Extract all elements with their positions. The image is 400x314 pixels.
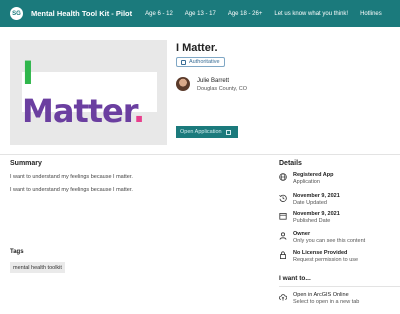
details-owner-title: Owner bbox=[293, 231, 311, 237]
details-row-updated: November 9, 2021 Date Updated bbox=[279, 193, 340, 206]
nav-item-hotlines[interactable]: Hotlines bbox=[360, 11, 382, 17]
details-heading: Details bbox=[279, 160, 302, 167]
nav-item-age-18-26[interactable]: Age 18 - 26+ bbox=[228, 11, 263, 17]
details-type-sub: Application bbox=[293, 179, 320, 185]
nav-item-age-6-12[interactable]: Age 6 - 12 bbox=[145, 11, 173, 17]
details-updated-title: November 9, 2021 bbox=[293, 193, 340, 199]
site-logo[interactable]: SG bbox=[10, 7, 23, 20]
calendar-icon bbox=[279, 213, 287, 220]
details-license-sub[interactable]: Request permission to use bbox=[293, 257, 358, 263]
badge-check-icon bbox=[181, 59, 186, 65]
divider bbox=[279, 286, 400, 287]
cloud-upload-icon bbox=[279, 294, 287, 301]
item-thumbnail: I Matter. bbox=[10, 40, 167, 145]
nav-item-feedback[interactable]: Let us know what you think! bbox=[274, 11, 348, 17]
details-published-title: November 9, 2021 bbox=[293, 211, 340, 217]
nav-item-age-13-17[interactable]: Age 13 - 17 bbox=[185, 11, 216, 17]
summary-heading: Summary bbox=[10, 160, 42, 167]
top-nav-bar: SG Mental Health Tool Kit - Pilot Age 6 … bbox=[0, 0, 400, 27]
badge-label: Authoritative bbox=[189, 59, 220, 65]
summary-line: I want to understand my feelings because… bbox=[10, 174, 133, 180]
iwant-heading: I want to... bbox=[279, 275, 311, 282]
open-in-arcgis-online-action[interactable]: Open in ArcGIS Online Select to open in a… bbox=[279, 292, 359, 305]
tag-chip[interactable]: mental health toolkit bbox=[10, 262, 65, 273]
details-updated-sub: Date Updated bbox=[293, 200, 327, 206]
details-row-published: November 9, 2021 Published Date bbox=[279, 211, 340, 224]
user-icon bbox=[279, 232, 287, 240]
divider bbox=[0, 154, 400, 155]
arcgis-action-title: Open in ArcGIS Online bbox=[293, 292, 349, 298]
owner-name[interactable]: Julie Barrett bbox=[197, 78, 229, 84]
owner-avatar[interactable] bbox=[176, 77, 190, 91]
open-application-label: Open Application bbox=[180, 129, 222, 135]
details-type-title: Registered App bbox=[293, 172, 334, 178]
site-title[interactable]: Mental Health Tool Kit - Pilot bbox=[31, 9, 132, 18]
thumbnail-logo: I Matter. bbox=[22, 54, 157, 130]
details-row-license: No License Provided Request permission to… bbox=[279, 250, 358, 263]
nav-menu: Age 6 - 12 Age 13 - 17 Age 18 - 26+ Let … bbox=[145, 11, 394, 17]
tags-heading: Tags bbox=[10, 249, 24, 255]
thumbnail-logo-text: I Matter. bbox=[22, 54, 145, 130]
owner-location: Douglas County, CO bbox=[197, 86, 248, 92]
globe-icon bbox=[279, 173, 287, 181]
details-owner-sub: Only you can see this content bbox=[293, 238, 366, 244]
details-row-owner: Owner Only you can see this content bbox=[279, 231, 365, 244]
arcgis-action-sub: Select to open in a new tab bbox=[293, 299, 360, 305]
history-icon bbox=[279, 194, 287, 202]
details-license-title: No License Provided bbox=[293, 250, 348, 256]
authoritative-badge: Authoritative bbox=[176, 57, 225, 67]
external-link-icon bbox=[225, 129, 231, 135]
details-row-type: Registered App Application bbox=[279, 172, 333, 185]
summary-line: I want to understand my feelings because… bbox=[10, 187, 133, 193]
open-application-button[interactable]: Open Application bbox=[176, 126, 238, 138]
details-published-sub: Published Date bbox=[293, 218, 331, 224]
item-title: I Matter. bbox=[176, 42, 218, 54]
lock-icon bbox=[280, 251, 286, 259]
